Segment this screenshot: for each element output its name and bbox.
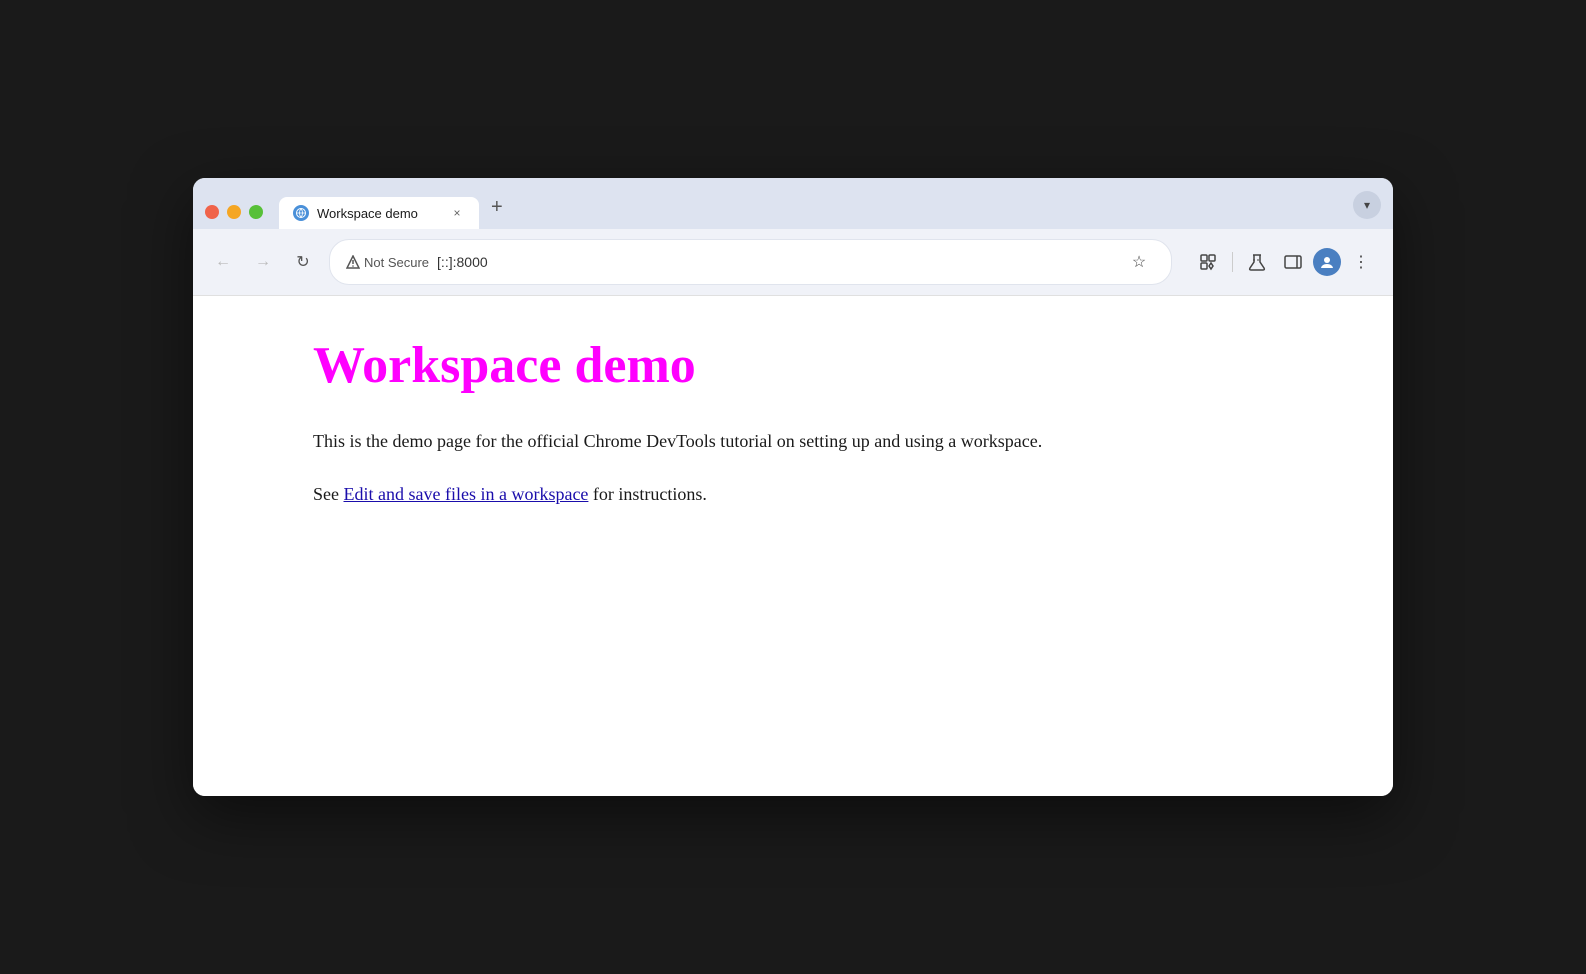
url-bar[interactable]: Not Secure [::]:8000 ☆ xyxy=(329,239,1172,285)
back-button[interactable]: ← xyxy=(209,248,237,276)
active-tab[interactable]: Workspace demo × xyxy=(279,197,479,229)
profile-icon xyxy=(1320,255,1334,269)
url-bar-actions: ☆ xyxy=(1123,246,1155,278)
lab-button[interactable] xyxy=(1241,246,1273,278)
traffic-light-red[interactable] xyxy=(205,205,219,219)
reload-button[interactable]: ↻ xyxy=(289,248,317,276)
bookmark-button[interactable]: ☆ xyxy=(1123,246,1155,278)
sidebar-button[interactable] xyxy=(1277,246,1309,278)
security-label: Not Secure xyxy=(364,255,429,270)
url-text: [::]:8000 xyxy=(437,254,488,270)
tab-bar: Workspace demo × + ▾ xyxy=(193,178,1393,229)
tab-favicon xyxy=(293,205,309,221)
sidebar-icon xyxy=(1284,253,1302,271)
new-tab-button[interactable]: + xyxy=(479,188,515,229)
browser-window: Workspace demo × + ▾ ← → ↻ Not Secure [:… xyxy=(193,178,1393,796)
security-indicator: Not Secure xyxy=(346,255,429,270)
page-body-text: This is the demo page for the official C… xyxy=(313,427,1273,456)
toolbar-icons: ⋮ xyxy=(1192,246,1377,278)
toolbar-divider xyxy=(1232,252,1233,272)
link-suffix: for instructions. xyxy=(588,484,707,504)
page-content: Workspace demo This is the demo page for… xyxy=(193,296,1393,796)
link-prefix: See xyxy=(313,484,344,504)
warning-icon xyxy=(346,255,360,269)
lab-icon xyxy=(1248,253,1266,271)
page-heading: Workspace demo xyxy=(313,336,1273,395)
page-link-line: See Edit and save files in a workspace f… xyxy=(313,480,1273,509)
menu-button[interactable]: ⋮ xyxy=(1345,246,1377,278)
profile-button[interactable] xyxy=(1313,248,1341,276)
traffic-light-yellow[interactable] xyxy=(227,205,241,219)
extensions-icon xyxy=(1199,253,1217,271)
tab-close-button[interactable]: × xyxy=(449,205,465,221)
tab-bar-end: ▾ xyxy=(1353,191,1381,229)
globe-icon xyxy=(296,208,306,218)
traffic-light-green[interactable] xyxy=(249,205,263,219)
workspace-link[interactable]: Edit and save files in a workspace xyxy=(344,484,589,504)
traffic-lights xyxy=(205,205,263,229)
forward-button[interactable]: → xyxy=(249,248,277,276)
extensions-button[interactable] xyxy=(1192,246,1224,278)
tab-dropdown-button[interactable]: ▾ xyxy=(1353,191,1381,219)
address-bar: ← → ↻ Not Secure [::]:8000 ☆ xyxy=(193,229,1393,296)
tab-title: Workspace demo xyxy=(317,206,441,221)
